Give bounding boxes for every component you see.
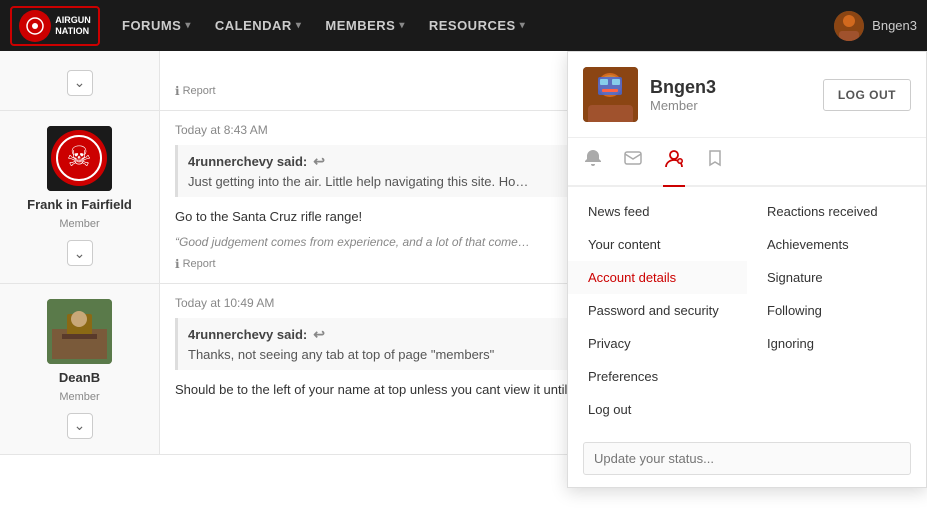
menu-item-achievements[interactable]: Achievements (747, 228, 926, 261)
logo[interactable]: AIRGUN NATION (10, 6, 100, 46)
user-dropdown: Bngen3 Member LOG OUT News feed Reaction… (567, 51, 927, 488)
dropdown-header: Bngen3 Member LOG OUT (568, 52, 926, 138)
logout-button[interactable]: LOG OUT (823, 79, 911, 111)
post-author: Frank in Fairfield (27, 197, 132, 212)
post-role: Member (59, 218, 99, 230)
menu-item-reactions[interactable]: Reactions received (747, 195, 926, 228)
dropdown-tabs (568, 138, 926, 187)
menu-item-privacy[interactable]: Privacy (568, 327, 747, 360)
nav-item-resources[interactable]: RESOURCES ▾ (417, 0, 537, 51)
menu-item-password-security[interactable]: Password and security (568, 294, 747, 327)
reply-icon: ↩ (313, 153, 325, 170)
svg-text:☠: ☠ (66, 141, 91, 172)
tab-account[interactable] (663, 138, 685, 187)
chevron-down-icon: ▾ (520, 20, 526, 31)
post-role: Member (59, 391, 99, 403)
reply-icon: ↩ (313, 326, 325, 343)
post-sidebar: ☠ Frank in Fairfield Member ⌄ (0, 111, 160, 283)
dropdown-avatar (583, 67, 638, 122)
post-author: DeanB (59, 370, 100, 385)
chevron-down-icon: ▾ (399, 20, 405, 31)
menu-item-log-out[interactable]: Log out (568, 393, 747, 426)
logo-text-line2: NATION (55, 26, 91, 37)
logo-text-line1: AIRGUN (55, 15, 91, 26)
status-input[interactable] (583, 442, 911, 475)
nav-item-calendar[interactable]: CALENDAR ▾ (203, 0, 313, 51)
nav-bar: AIRGUN NATION FORUMS ▾ CALENDAR ▾ MEMBER… (0, 0, 927, 51)
tab-notifications[interactable] (583, 138, 603, 187)
nav-user-avatar[interactable] (834, 11, 864, 41)
info-icon: ℹ (175, 84, 180, 98)
nav-right: Bngen3 (834, 11, 917, 41)
expand-button[interactable]: ⌄ (67, 240, 93, 266)
avatar (47, 299, 112, 364)
nav-items: FORUMS ▾ CALENDAR ▾ MEMBERS ▾ RESOURCES … (110, 0, 834, 51)
post-sidebar: DeanB Member ⌄ (0, 284, 160, 454)
info-icon: ℹ (175, 257, 180, 271)
dropdown-menu: News feed Reactions received Your conten… (568, 187, 926, 434)
menu-item-signature[interactable]: Signature (747, 261, 926, 294)
chevron-down-icon: ▾ (185, 20, 191, 31)
dropdown-username: Bngen3 (650, 77, 716, 98)
nav-item-forums[interactable]: FORUMS ▾ (110, 0, 203, 51)
main-content: ⌄ ℹ Report ☠ Frank (0, 51, 927, 520)
menu-item-preferences[interactable]: Preferences (568, 360, 747, 393)
tab-bookmarks[interactable] (705, 138, 725, 187)
chevron-down-icon: ▾ (296, 20, 302, 31)
dropdown-user-info: Bngen3 Member (650, 77, 716, 113)
nav-item-members[interactable]: MEMBERS ▾ (313, 0, 416, 51)
dropdown-role: Member (650, 98, 716, 113)
menu-item-your-content[interactable]: Your content (568, 228, 747, 261)
post-sidebar: ⌄ (0, 51, 160, 110)
menu-item-ignoring[interactable]: Ignoring (747, 327, 926, 360)
menu-item-news-feed[interactable]: News feed (568, 195, 747, 228)
menu-item-account-details[interactable]: Account details (568, 261, 747, 294)
expand-button[interactable]: ⌄ (67, 70, 93, 96)
menu-item-following[interactable]: Following (747, 294, 926, 327)
nav-username[interactable]: Bngen3 (872, 18, 917, 33)
avatar: ☠ (47, 126, 112, 191)
tab-messages[interactable] (623, 138, 643, 187)
expand-button[interactable]: ⌄ (67, 413, 93, 439)
logo-icon (19, 10, 51, 42)
report-link[interactable]: ℹ Report (175, 84, 216, 98)
